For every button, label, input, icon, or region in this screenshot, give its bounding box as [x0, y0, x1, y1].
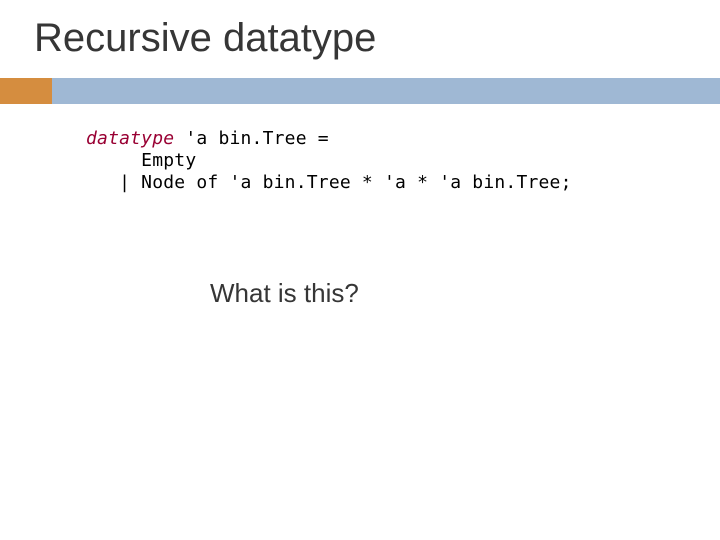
rule-accent-right — [52, 78, 720, 104]
rule-accent-left — [0, 78, 52, 104]
code-line-3: | Node of 'a bin.Tree * 'a * 'a bin.Tree… — [86, 172, 572, 194]
code-line-3-before: | Node — [86, 172, 196, 193]
slide: Recursive datatype datatype 'a bin.Tree … — [0, 0, 720, 540]
keyword-datatype: datatype — [86, 128, 174, 149]
title-rule — [0, 78, 720, 104]
code-line-1: datatype 'a bin.Tree = — [86, 128, 572, 150]
slide-title: Recursive datatype — [34, 16, 376, 61]
code-line-3-after: 'a bin.Tree * 'a * 'a bin.Tree; — [218, 172, 571, 193]
keyword-of: of — [196, 172, 218, 193]
code-line-2: Empty — [86, 150, 572, 172]
question-text: What is this? — [210, 278, 359, 309]
code-line-1-rest: 'a bin.Tree = — [174, 128, 329, 149]
code-block: datatype 'a bin.Tree = Empty | Node of '… — [86, 128, 572, 194]
